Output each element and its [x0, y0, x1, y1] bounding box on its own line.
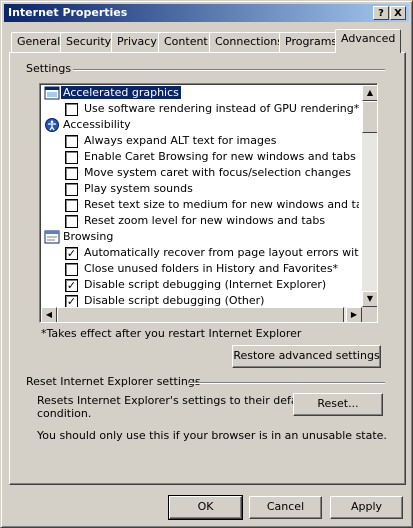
- setting-label: Automatically recover from page layout e…: [84, 246, 359, 259]
- setting-label: Disable script debugging (Internet Explo…: [84, 278, 327, 291]
- setting-move-system-caret[interactable]: Move system caret with focus/selection c…: [41, 165, 359, 181]
- scrollbar-corner: [362, 307, 377, 322]
- setting-label: Reset zoom level for new windows and tab…: [84, 214, 326, 227]
- tab-connections[interactable]: Connections: [209, 32, 289, 52]
- tab-general[interactable]: General: [11, 32, 67, 52]
- settings-tree-inner: Accelerated graphics Use software render…: [40, 84, 377, 322]
- accessibility-icon: [45, 118, 59, 132]
- window-title: Internet Properties: [8, 6, 128, 19]
- horizontal-scroll-thumb[interactable]: [57, 307, 344, 322]
- setting-caret-browsing[interactable]: Enable Caret Browsing for new windows an…: [41, 149, 359, 165]
- tab-content[interactable]: Content: [158, 32, 214, 52]
- category-label: Accelerated graphics: [61, 86, 181, 99]
- reset-group-label: Reset Internet Explorer settings: [26, 375, 201, 388]
- close-button[interactable]: X: [390, 6, 406, 20]
- checkbox-checked[interactable]: ✓: [65, 247, 78, 260]
- internet-properties-dialog: Internet Properties ? X General Security…: [0, 0, 413, 528]
- category-browsing[interactable]: Browsing: [41, 229, 359, 245]
- checkbox-unchecked[interactable]: [65, 151, 78, 164]
- setting-label: Move system caret with focus/selection c…: [84, 166, 351, 179]
- reset-description-line2: condition.: [37, 407, 92, 420]
- category-accessibility[interactable]: Accessibility: [41, 117, 359, 133]
- horizontal-scrollbar[interactable]: ◀ ▶: [41, 307, 362, 322]
- vertical-scroll-thumb[interactable]: [362, 101, 377, 133]
- vertical-scrollbar[interactable]: ▲ ▼: [362, 85, 377, 307]
- reset-warning-note: You should only use this if your browser…: [37, 429, 387, 442]
- checkbox-unchecked[interactable]: [65, 263, 78, 276]
- tab-security[interactable]: Security: [60, 32, 118, 52]
- setting-disable-debug-ie[interactable]: ✓ Disable script debugging (Internet Exp…: [41, 277, 359, 293]
- setting-software-rendering[interactable]: Use software rendering instead of GPU re…: [41, 101, 359, 117]
- reset-description-line1: Resets Internet Explorer's settings to t…: [37, 394, 312, 407]
- category-label: Accessibility: [63, 118, 131, 131]
- reset-button[interactable]: Reset...: [293, 393, 383, 416]
- setting-auto-recover-layout[interactable]: ✓ Automatically recover from page layout…: [41, 245, 359, 261]
- checkbox-unchecked[interactable]: [65, 135, 78, 148]
- help-button[interactable]: ?: [373, 6, 389, 20]
- setting-label: Use software rendering instead of GPU re…: [84, 102, 359, 115]
- scroll-left-button[interactable]: ◀: [41, 307, 57, 322]
- browsing-icon: [44, 230, 60, 244]
- settings-tree[interactable]: Accelerated graphics Use software render…: [39, 83, 378, 323]
- scroll-right-button[interactable]: ▶: [346, 307, 362, 322]
- setting-label: Play system sounds: [84, 182, 193, 195]
- checkbox-checked[interactable]: ✓: [65, 279, 78, 292]
- checkbox-unchecked[interactable]: [65, 167, 78, 180]
- tab-privacy[interactable]: Privacy: [111, 32, 163, 52]
- scroll-up-button[interactable]: ▲: [362, 85, 377, 101]
- tab-programs[interactable]: Programs: [279, 32, 344, 52]
- apply-button[interactable]: Apply: [330, 496, 403, 519]
- setting-label: Always expand ALT text for images: [84, 134, 277, 147]
- checkbox-unchecked[interactable]: [65, 199, 78, 212]
- setting-expand-alt-text[interactable]: Always expand ALT text for images: [41, 133, 359, 149]
- restore-advanced-settings-button[interactable]: Restore advanced settings: [232, 345, 381, 368]
- settings-group-divider: [73, 69, 385, 71]
- reset-group-divider: [189, 382, 385, 384]
- checkbox-unchecked[interactable]: [65, 215, 78, 228]
- checkbox-unchecked[interactable]: [65, 183, 78, 196]
- tab-advanced[interactable]: Advanced: [335, 29, 402, 53]
- display-icon: [44, 86, 60, 100]
- setting-label: Close unused folders in History and Favo…: [84, 262, 339, 275]
- category-accelerated-graphics[interactable]: Accelerated graphics: [41, 85, 359, 101]
- restart-footnote: *Takes effect after you restart Internet…: [41, 327, 302, 340]
- scroll-down-button[interactable]: ▼: [362, 291, 377, 307]
- title-bar[interactable]: Internet Properties ? X: [4, 4, 409, 22]
- setting-close-unused-folders[interactable]: Close unused folders in History and Favo…: [41, 261, 359, 277]
- checkbox-unchecked[interactable]: [65, 103, 78, 116]
- setting-label: Enable Caret Browsing for new windows an…: [84, 150, 356, 163]
- cancel-button[interactable]: Cancel: [249, 496, 322, 519]
- category-label: Browsing: [63, 230, 114, 243]
- ok-button[interactable]: OK: [168, 495, 243, 520]
- settings-group-label: Settings: [26, 62, 72, 75]
- setting-reset-text-size[interactable]: Reset text size to medium for new window…: [41, 197, 359, 213]
- setting-label: Reset text size to medium for new window…: [84, 198, 359, 211]
- setting-play-system-sounds[interactable]: Play system sounds: [41, 181, 359, 197]
- setting-reset-zoom[interactable]: Reset zoom level for new windows and tab…: [41, 213, 359, 229]
